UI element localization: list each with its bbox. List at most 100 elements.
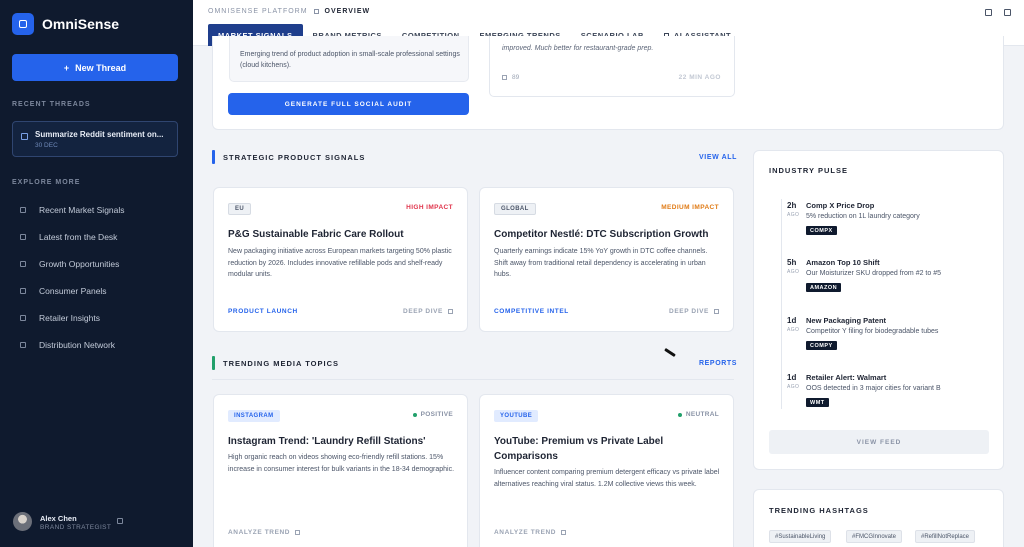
hashtag-chip[interactable]: #FMCGInnovate xyxy=(846,530,903,543)
region-tag: GLOBAL xyxy=(494,203,536,215)
card-body: High organic reach on videos showing eco… xyxy=(228,454,455,473)
hashtags-panel: TRENDING HASHTAGS #SustainableLiving #FM… xyxy=(753,489,1004,547)
deep-dive-button[interactable]: DEEP DIVE xyxy=(403,308,453,315)
sentiment-badge: NEUTRAL xyxy=(677,411,719,418)
explore-item-label: Retailer Insights xyxy=(39,313,100,323)
thread-icon xyxy=(21,133,28,140)
external-icon xyxy=(295,530,301,535)
square-icon xyxy=(20,234,26,240)
card-title: Competitor Nestlé: DTC Subscription Grow… xyxy=(494,229,709,240)
signal-card[interactable]: EU HIGH IMPACT P&G Sustainable Fabric Ca… xyxy=(213,187,468,332)
product-launch-link[interactable]: PRODUCT LAUNCH xyxy=(228,308,298,315)
pulse-desc: OOS detected in 3 major cities for varia… xyxy=(806,385,941,392)
media-heading: TRENDING MEDIA TOPICS xyxy=(223,358,340,368)
explore-item-label: Latest from the Desk xyxy=(39,232,118,242)
sentiment-label: NEUTRAL xyxy=(685,411,719,418)
analyze-trend-label: ANALYZE TREND xyxy=(494,529,557,536)
recent-threads-heading: RECENT THREADS xyxy=(12,101,91,108)
analyze-trend-label: ANALYZE TREND xyxy=(228,529,291,536)
user-role: BRAND STRATEGIST xyxy=(40,524,112,531)
square-icon xyxy=(20,342,26,348)
hashtags-heading: TRENDING HASHTAGS xyxy=(769,506,869,515)
comment-count-value: 89 xyxy=(512,74,520,81)
card-title: P&G Sustainable Fabric Care Rollout xyxy=(228,229,404,240)
sentiment-dot xyxy=(412,412,417,417)
settings-icon[interactable] xyxy=(117,518,123,524)
avatar xyxy=(13,512,32,531)
pulse-ago: AGO xyxy=(787,384,800,390)
media-card[interactable]: INSTAGRAM POSITIVE Instagram Trend: 'Lau… xyxy=(213,394,468,547)
section-accent xyxy=(212,150,215,164)
industry-pulse-panel: INDUSTRY PULSE 2h AGO Comp X Price Drop … xyxy=(753,150,1004,470)
view-feed-button[interactable]: VIEW FEED xyxy=(769,430,989,454)
media-card[interactable]: YOUTUBE NEUTRAL YouTube: Premium vs Priv… xyxy=(479,394,734,547)
deep-dive-label: DEEP DIVE xyxy=(669,308,709,315)
competitive-intel-link[interactable]: COMPETITIVE INTEL xyxy=(494,308,569,315)
logo-icon xyxy=(12,13,34,35)
square-icon xyxy=(20,261,26,267)
section-accent xyxy=(212,356,215,370)
external-icon xyxy=(448,309,453,314)
explore-item-retailer-insights[interactable]: Retailer Insights xyxy=(20,312,100,324)
sentiment-dot xyxy=(677,412,682,417)
recent-thread-item[interactable]: Summarize Reddit sentiment on... 30 DEC xyxy=(12,121,178,157)
pulse-desc: Competitor Y filing for biodegradable tu… xyxy=(806,328,939,335)
pulse-title: New Packaging Patent xyxy=(806,316,887,325)
user-profile[interactable]: Alex Chen BRAND STRATEGIST xyxy=(13,512,123,531)
signal-card[interactable]: GLOBAL MEDIUM IMPACT Competitor Nestlé: … xyxy=(479,187,734,332)
comment-text: improved. Much better for restaurant-gra… xyxy=(502,45,654,52)
new-thread-label: New Thread xyxy=(75,62,127,73)
hashtag-chip[interactable]: #SustainableLiving xyxy=(769,530,832,543)
analyze-trend-button[interactable]: ANALYZE TREND xyxy=(228,529,301,536)
pulse-title: Amazon Top 10 Shift xyxy=(806,258,880,267)
platform-tag: INSTAGRAM xyxy=(228,410,280,422)
explore-item-label: Consumer Panels xyxy=(39,286,107,296)
deep-dive-label: DEEP DIVE xyxy=(403,308,443,315)
reports-link[interactable]: REPORTS xyxy=(699,360,737,367)
comment-count[interactable]: 89 xyxy=(502,74,519,81)
explore-heading: EXPLORE MORE xyxy=(12,179,81,186)
region-tag: EU xyxy=(228,203,252,215)
pulse-badge: COMPX xyxy=(806,226,837,235)
comment-time: 22 MIN AGO xyxy=(678,74,721,81)
user-name: Alex Chen xyxy=(40,514,77,523)
explore-item-recent-market-signals[interactable]: Recent Market Signals xyxy=(20,204,125,216)
thread-title: Summarize Reddit sentiment on... xyxy=(35,130,164,139)
divider xyxy=(212,379,734,380)
pulse-badge: WMT xyxy=(806,398,829,407)
card-body: Influencer content comparing premium det… xyxy=(494,469,720,488)
hashtag-chip[interactable]: #RefillNotReplace xyxy=(915,530,976,543)
explore-item-consumer-panels[interactable]: Consumer Panels xyxy=(20,285,107,297)
square-icon xyxy=(20,207,26,213)
pulse-heading: INDUSTRY PULSE xyxy=(769,166,849,175)
strategic-section-title: STRATEGIC PRODUCT SIGNALS xyxy=(212,150,365,164)
sidebar: OmniSense + New Thread RECENT THREADS Su… xyxy=(0,0,193,547)
pulse-ago: AGO xyxy=(787,269,800,275)
window-icon[interactable] xyxy=(985,9,992,16)
analyze-trend-button[interactable]: ANALYZE TREND xyxy=(494,529,567,536)
app-logo[interactable]: OmniSense xyxy=(12,13,119,35)
card-body: New packaging initiative across European… xyxy=(228,248,452,278)
explore-item-label: Distribution Network xyxy=(39,340,116,350)
social-panel: Emerging trend of product adoption in sm… xyxy=(212,36,1004,130)
generate-audit-button[interactable]: GENERATE FULL SOCIAL AUDIT xyxy=(228,93,469,115)
view-all-link[interactable]: VIEW ALL xyxy=(699,154,737,161)
timeline-line xyxy=(781,199,782,409)
explore-item-latest-from-desk[interactable]: Latest from the Desk xyxy=(20,231,117,243)
external-icon xyxy=(561,530,567,535)
media-section-title: TRENDING MEDIA TOPICS xyxy=(212,356,339,370)
explore-item-growth-opportunities[interactable]: Growth Opportunities xyxy=(20,258,119,270)
breadcrumb-platform[interactable]: OMNISENSE PLATFORM xyxy=(208,8,308,15)
new-thread-button[interactable]: + New Thread xyxy=(12,54,178,81)
thread-date: 30 DEC xyxy=(35,142,58,149)
impact-badge: HIGH IMPACT xyxy=(406,204,453,211)
pulse-badge: COMPY xyxy=(806,341,837,350)
insight-text: Emerging trend of product adoption in sm… xyxy=(240,51,460,69)
explore-item-label: Growth Opportunities xyxy=(39,259,120,269)
cursor-icon xyxy=(664,347,676,358)
deep-dive-button[interactable]: DEEP DIVE xyxy=(669,308,719,315)
window-icon[interactable] xyxy=(1004,9,1011,16)
explore-item-label: Recent Market Signals xyxy=(39,205,125,215)
sentiment-label: POSITIVE xyxy=(420,411,453,418)
explore-item-distribution-network[interactable]: Distribution Network xyxy=(20,339,115,351)
